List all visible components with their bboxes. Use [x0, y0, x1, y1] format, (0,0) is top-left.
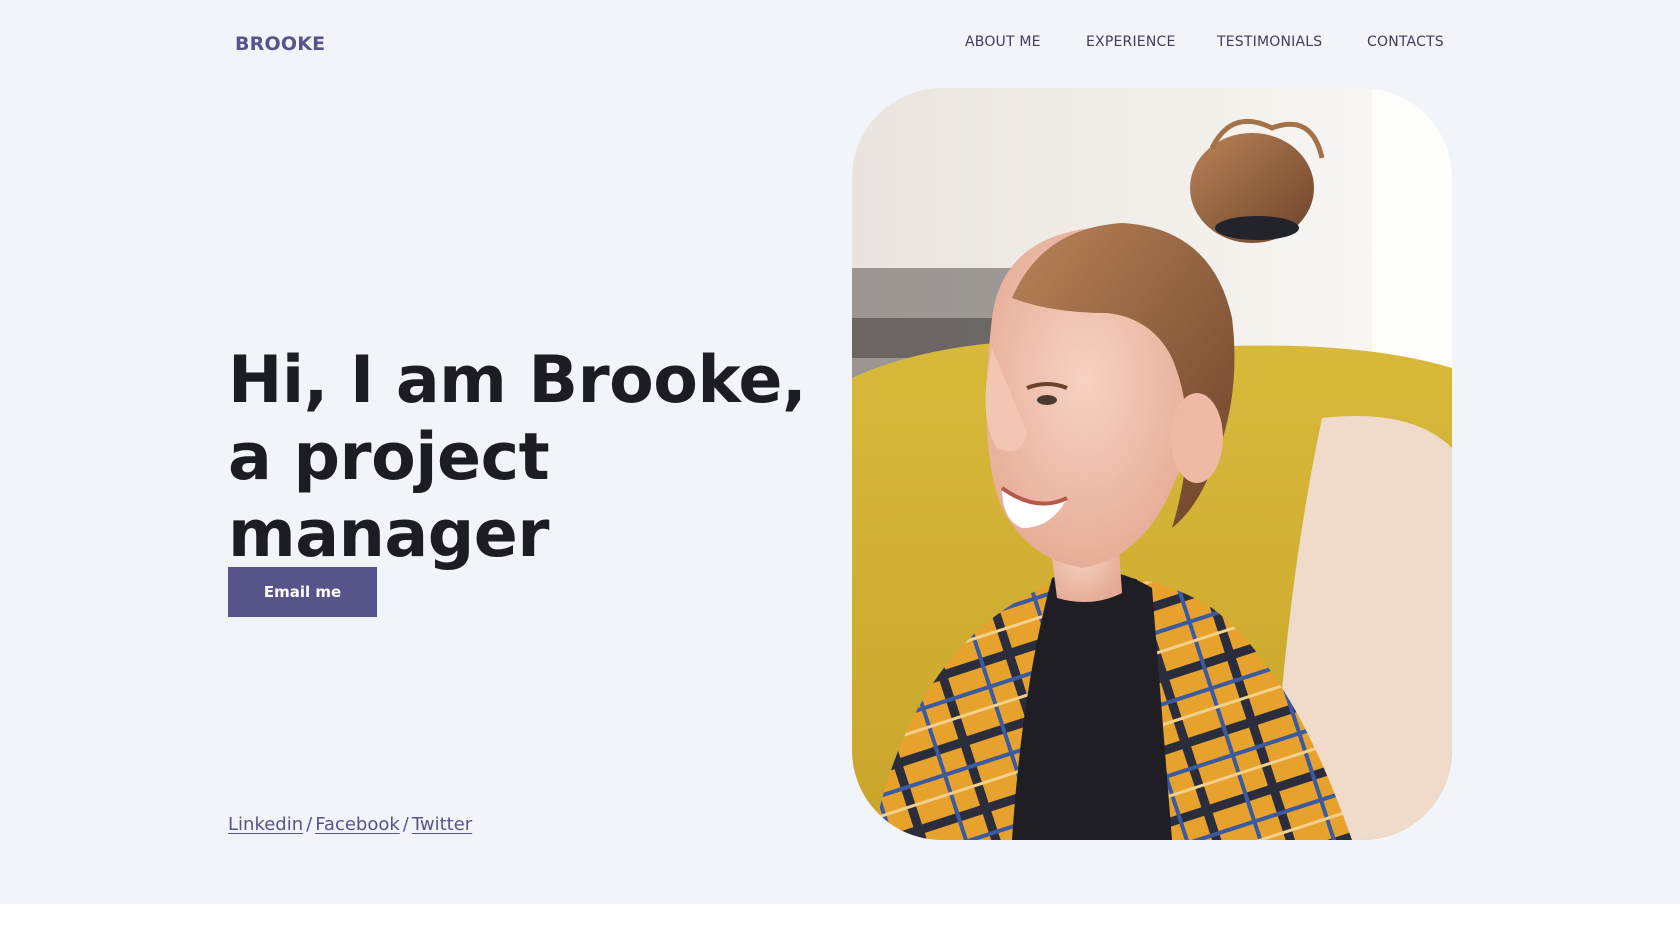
nav-experience[interactable]: EXPERIENCE: [1086, 34, 1176, 50]
profile-photo: [852, 88, 1452, 840]
social-separator: /: [306, 814, 313, 835]
facebook-link[interactable]: Facebook: [315, 814, 400, 835]
hero-headline: Hi, I am Brooke, a project manager: [228, 343, 807, 572]
nav-testimonials[interactable]: TESTIMONIALS: [1217, 34, 1322, 50]
nav-about-me[interactable]: ABOUT ME: [965, 34, 1041, 50]
social-separator: /: [402, 814, 409, 835]
linkedin-link[interactable]: Linkedin: [228, 814, 303, 835]
email-me-button[interactable]: Email me: [228, 567, 377, 617]
twitter-link[interactable]: Twitter: [412, 814, 472, 835]
portrait-illustration: [852, 88, 1452, 840]
social-links: Linkedin / Facebook / Twitter: [228, 814, 472, 835]
hero-section: BROOKE ABOUT ME EXPERIENCE TESTIMONIALS …: [0, 0, 1680, 904]
main-nav: ABOUT ME EXPERIENCE TESTIMONIALS CONTACT…: [0, 34, 1680, 54]
nav-contacts[interactable]: CONTACTS: [1367, 34, 1444, 50]
